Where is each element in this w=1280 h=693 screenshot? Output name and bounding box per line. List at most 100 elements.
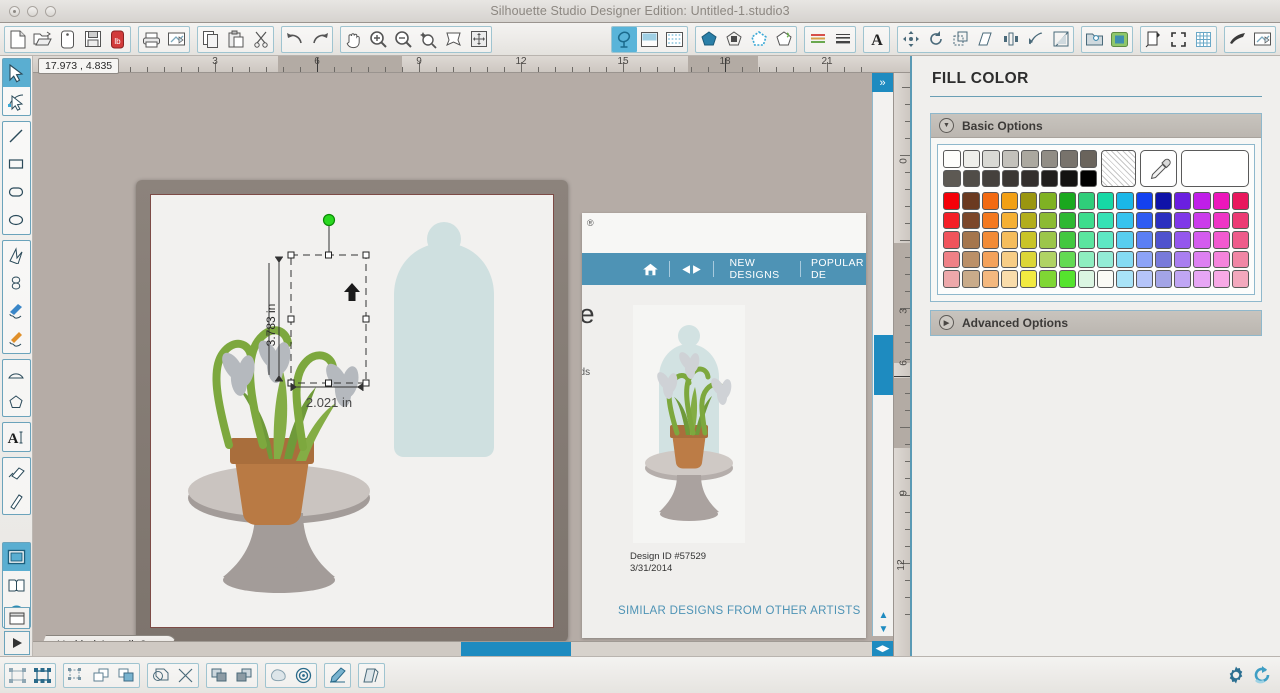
swatch[interactable]: [1058, 192, 1076, 210]
swatch[interactable]: [1000, 250, 1018, 268]
send-to-silhouette-button[interactable]: [164, 27, 189, 52]
line-tool-button[interactable]: [3, 122, 30, 150]
zoom-out-button[interactable]: [391, 27, 416, 52]
swatch[interactable]: [982, 169, 1000, 187]
swatch[interactable]: [1039, 270, 1057, 288]
swatch[interactable]: [1193, 231, 1211, 249]
swatch[interactable]: [1231, 250, 1249, 268]
swatch[interactable]: [1021, 169, 1039, 187]
gear-icon[interactable]: [1226, 665, 1246, 685]
vertical-ruler[interactable]: 0 3 6 9 12: [893, 73, 910, 656]
swatch[interactable]: [981, 231, 999, 249]
rounded-rect-tool-button[interactable]: [3, 178, 30, 206]
swatch[interactable]: [1174, 231, 1192, 249]
swatch[interactable]: [1000, 192, 1018, 210]
swatch[interactable]: [1116, 192, 1134, 210]
swatch[interactable]: [1020, 192, 1038, 210]
scroll-down-arrow-icon[interactable]: ▼: [873, 622, 893, 636]
shear-button[interactable]: [973, 27, 998, 52]
swatch[interactable]: [1097, 192, 1115, 210]
library-button[interactable]: [55, 27, 80, 52]
page-tools-button[interactable]: [1141, 27, 1166, 52]
swatch[interactable]: [981, 192, 999, 210]
swatch[interactable]: [943, 211, 961, 229]
line-weight-button[interactable]: [830, 27, 855, 52]
swatch[interactable]: [981, 270, 999, 288]
line-color-button[interactable]: [746, 27, 771, 52]
similar-designs-link[interactable]: SIMILAR DESIGNS FROM OTHER ARTISTS: [618, 605, 861, 617]
compound-path-button[interactable]: [64, 664, 89, 687]
swatch[interactable]: [1097, 231, 1115, 249]
swatch[interactable]: [1020, 250, 1038, 268]
swatch[interactable]: [1154, 250, 1172, 268]
eraser-tool-button[interactable]: [3, 458, 30, 486]
swatch[interactable]: [962, 270, 980, 288]
vertical-scroll-arrows[interactable]: ▲ ▼: [873, 608, 893, 636]
swatch[interactable]: [1040, 169, 1058, 187]
offset-button[interactable]: [266, 664, 291, 687]
zoom-selection-button[interactable]: [416, 27, 441, 52]
grid-button[interactable]: [1191, 27, 1216, 52]
swatch[interactable]: [1154, 270, 1172, 288]
swatch[interactable]: [1212, 231, 1230, 249]
design-page-button[interactable]: [612, 26, 637, 52]
horizontal-scroll-thumb[interactable]: [461, 642, 571, 656]
work-area[interactable]: 3.783 in 2.021 in ® NEW DESIGNS POPULAR …: [33, 73, 893, 656]
mirror-button[interactable]: [1048, 27, 1073, 52]
design-page[interactable]: 3.783 in 2.021 in: [150, 194, 554, 628]
print-button[interactable]: [139, 27, 164, 52]
swatch[interactable]: [1058, 270, 1076, 288]
prev-next-icon[interactable]: [680, 263, 703, 276]
swatch[interactable]: [962, 211, 980, 229]
knife-tool-button[interactable]: [3, 486, 30, 514]
swatch[interactable]: [1135, 250, 1153, 268]
scroll-up-arrow-icon[interactable]: ▲: [873, 608, 893, 622]
fit-page-button[interactable]: [441, 27, 466, 52]
store-nav-bar[interactable]: NEW DESIGNS POPULAR DE: [582, 253, 866, 285]
arc-tool-button[interactable]: [3, 360, 30, 388]
swatch[interactable]: [1060, 150, 1078, 168]
line-style-button[interactable]: [771, 27, 796, 52]
smooth-freehand-tool-button[interactable]: [3, 325, 30, 353]
current-color-swatch[interactable]: [1181, 150, 1249, 187]
swatch[interactable]: [1174, 192, 1192, 210]
swatch[interactable]: [962, 169, 980, 187]
fill-pattern-button[interactable]: [721, 27, 746, 52]
redo-button[interactable]: [307, 27, 332, 52]
swatch[interactable]: [1193, 211, 1211, 229]
sync-circle-icon[interactable]: [1252, 665, 1272, 685]
swatch[interactable]: [1174, 270, 1192, 288]
swatch[interactable]: [1231, 231, 1249, 249]
swatch[interactable]: [943, 192, 961, 210]
swatch[interactable]: [1020, 211, 1038, 229]
swatch[interactable]: [1020, 270, 1038, 288]
swatch[interactable]: [962, 150, 980, 168]
swatch[interactable]: [1077, 211, 1095, 229]
ungroup-button[interactable]: [30, 664, 55, 687]
swatch[interactable]: [1079, 150, 1097, 168]
send-back-button[interactable]: [114, 664, 139, 687]
edit-points-tool-button[interactable]: [3, 87, 30, 115]
swatch[interactable]: [1193, 192, 1211, 210]
bring-front-button[interactable]: [89, 664, 114, 687]
swatch[interactable]: [1116, 270, 1134, 288]
select-tool-button[interactable]: [2, 59, 30, 87]
trace-button[interactable]: [325, 664, 350, 687]
swatch[interactable]: [1039, 211, 1057, 229]
swatch[interactable]: [1058, 231, 1076, 249]
swatch[interactable]: [1174, 211, 1192, 229]
swatch[interactable]: [1154, 211, 1172, 229]
chevron-down-icon[interactable]: ▼: [939, 118, 954, 133]
swatch[interactable]: [962, 250, 980, 268]
swatch[interactable]: [943, 169, 961, 187]
sketch-pens-button[interactable]: [805, 27, 830, 52]
move-button[interactable]: [898, 27, 923, 52]
text-style-button[interactable]: A: [864, 27, 889, 52]
swatch[interactable]: [943, 270, 961, 288]
silhouette-store-panel[interactable]: ® NEW DESIGNS POPULAR DE e ds Design ID …: [582, 213, 866, 638]
no-fill-swatch[interactable]: [1101, 150, 1136, 187]
fit-window-button[interactable]: [466, 27, 491, 52]
internal-offset-button[interactable]: [291, 664, 316, 687]
swatch[interactable]: [1001, 169, 1019, 187]
swatch[interactable]: [981, 211, 999, 229]
